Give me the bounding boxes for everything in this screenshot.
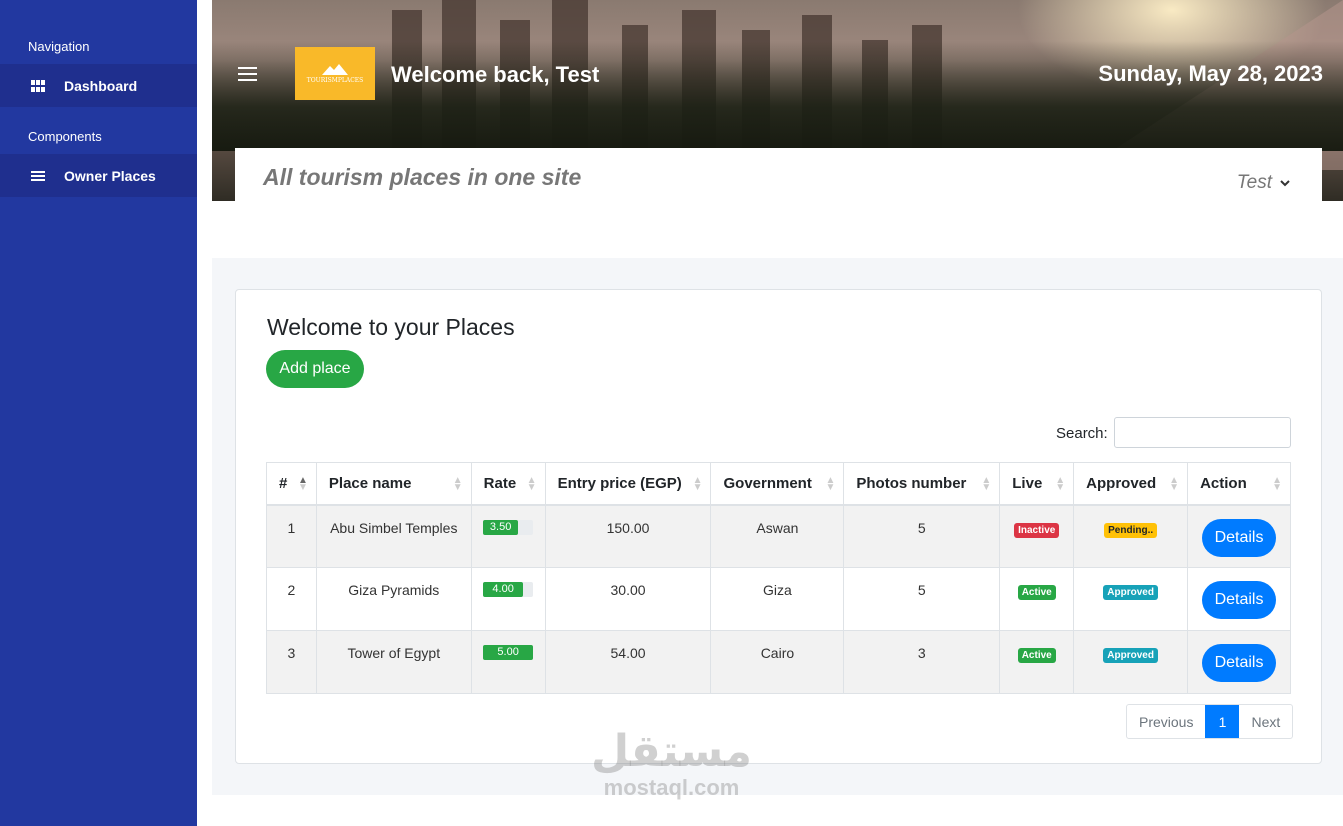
rate-progress-bar: 5.00 <box>483 645 534 660</box>
site-tagline: All tourism places in one site <box>263 164 582 190</box>
details-button[interactable]: Details <box>1202 644 1277 682</box>
rate-progress-bar: 3.50 <box>483 519 534 535</box>
places-card: Welcome to your Places Add place Search:… <box>235 289 1322 764</box>
live-cell: Inactive <box>999 504 1075 568</box>
live-status-badge: Inactive <box>1014 522 1060 538</box>
action-cell: Details <box>1187 567 1291 631</box>
details-button[interactable]: Details <box>1202 581 1277 619</box>
entry-price: 54.00 <box>544 630 712 694</box>
header-banner: TOURISMPLACES Welcome back, Test Sunday,… <box>212 0 1343 201</box>
dashboard-icon <box>30 79 46 93</box>
rate-cell: 4.00 <box>470 567 546 631</box>
nav-section-navigation: Navigation <box>28 39 90 54</box>
sort-asc-icon: ▲ ▼ <box>298 475 308 493</box>
column-header-place-name[interactable]: Place name ▲ ▼ <box>315 462 472 506</box>
page-title: Welcome to your Places <box>267 314 515 340</box>
pagination-previous[interactable]: Previous <box>1127 705 1205 738</box>
mountain-icon <box>322 64 348 75</box>
sort-icon: ▲ ▼ <box>452 475 463 493</box>
column-header-live[interactable]: Live ▲ ▼ <box>999 462 1075 506</box>
nav-section-components: Components <box>28 129 102 144</box>
column-header-government[interactable]: Government ▲ ▼ <box>710 462 845 506</box>
live-cell: Active <box>999 630 1075 694</box>
rate-progress-bar: 4.00 <box>483 582 534 597</box>
action-cell: Details <box>1187 504 1291 568</box>
place-name: Giza Pyramids <box>315 567 472 631</box>
place-name: Tower of Egypt <box>315 630 472 694</box>
pagination: Previous 1 Next <box>1126 704 1294 739</box>
government: Cairo <box>710 630 845 694</box>
search-input[interactable] <box>1114 417 1291 448</box>
sidebar-item-label: Dashboard <box>64 77 138 94</box>
chevron-down-icon <box>1280 180 1290 187</box>
palm-trees-image <box>212 41 1343 151</box>
place-name: Abu Simbel Temples <box>315 504 472 568</box>
places-table: # ▲ ▼ Place name ▲ ▼ Rate ▲ ▼ Entry price (EGP… <box>266 462 1291 694</box>
photos-number: 5 <box>843 567 1001 631</box>
approved-cell: Approved <box>1073 630 1189 694</box>
sort-icon: ▲ ▼ <box>526 475 537 493</box>
watermark: مستقل mostaql.com <box>589 728 754 810</box>
rate-value: 3.50 <box>483 519 519 535</box>
live-cell: Active <box>999 567 1075 631</box>
approved-cell: Pending.. <box>1073 504 1189 568</box>
pagination-page-1[interactable]: 1 <box>1205 705 1240 738</box>
row-number: 3 <box>266 630 317 694</box>
sidebar-item-dashboard[interactable]: Dashboard <box>0 64 197 107</box>
column-header-entry-price[interactable]: Entry price (EGP) ▲ ▼ <box>544 462 712 506</box>
sort-icon: ▲ ▼ <box>825 475 836 493</box>
search-label: Search: <box>1056 425 1108 442</box>
list-icon <box>30 169 46 183</box>
photos-number: 5 <box>843 504 1001 568</box>
photos-number: 3 <box>843 630 1001 694</box>
sort-icon: ▲ ▼ <box>1055 475 1066 493</box>
column-header-action[interactable]: Action ▲ ▼ <box>1187 462 1291 506</box>
user-name: Test <box>1236 172 1272 193</box>
government: Aswan <box>710 504 845 568</box>
row-number: 1 <box>266 504 317 568</box>
approval-status-badge: Approved <box>1103 648 1158 663</box>
approval-status-badge: Pending.. <box>1104 522 1158 538</box>
column-header-number[interactable]: # ▲ ▼ <box>266 462 317 506</box>
rate-cell: 3.50 <box>470 504 546 568</box>
welcome-heading: Welcome back, Test <box>391 62 600 87</box>
column-header-approved[interactable]: Approved ▲ ▼ <box>1073 462 1189 506</box>
add-place-button[interactable]: Add place <box>266 350 364 388</box>
action-cell: Details <box>1187 630 1291 694</box>
menu-toggle-icon[interactable] <box>238 67 257 81</box>
table-header-row: # ▲ ▼ Place name ▲ ▼ Rate ▲ ▼ Entry price (EGP… <box>266 462 1291 506</box>
header-subbar: All tourism places in one site Test <box>235 148 1322 201</box>
site-logo[interactable]: TOURISMPLACES <box>295 47 375 100</box>
watermark-latin: mostaql.com <box>603 775 740 800</box>
current-date: Sunday, May 28, 2023 <box>1098 61 1323 86</box>
column-header-rate[interactable]: Rate ▲ ▼ <box>470 462 546 506</box>
approved-cell: Approved <box>1073 567 1189 631</box>
approval-status-badge: Approved <box>1103 585 1158 600</box>
sort-icon: ▲ ▼ <box>692 475 703 493</box>
rate-cell: 5.00 <box>470 630 546 694</box>
sidebar: Navigation Dashboard Components Owner Pl… <box>0 0 197 826</box>
details-button[interactable]: Details <box>1202 518 1277 557</box>
rate-value: 4.00 <box>483 582 524 597</box>
rate-value: 5.00 <box>483 645 534 660</box>
live-status-badge: Active <box>1017 648 1056 663</box>
sort-icon: ▲ ▼ <box>1169 475 1180 493</box>
live-status-badge: Active <box>1017 585 1056 600</box>
entry-price: 30.00 <box>544 567 712 631</box>
column-header-photos-number[interactable]: Photos number ▲ ▼ <box>843 462 1001 506</box>
watermark-arabic: مستقل <box>591 726 752 777</box>
user-menu-dropdown[interactable]: Test <box>1237 172 1290 194</box>
sort-icon: ▲ ▼ <box>1272 475 1282 493</box>
pagination-next[interactable]: Next <box>1239 705 1292 738</box>
logo-text: TOURISMPLACES <box>306 77 364 84</box>
table-row: 3 Tower of Egypt 5.00 54.00 Cairo 3 Acti… <box>266 630 1291 694</box>
table-row: 2 Giza Pyramids 4.00 30.00 Giza 5 Active… <box>266 567 1291 631</box>
row-number: 2 <box>266 567 317 631</box>
table-row: 1 Abu Simbel Temples 3.50 150.00 Aswan 5… <box>266 504 1291 568</box>
sidebar-item-owner-places[interactable]: Owner Places <box>0 154 197 197</box>
sort-icon: ▲ ▼ <box>981 475 992 493</box>
government: Giza <box>710 567 845 631</box>
sidebar-item-label: Owner Places <box>64 167 156 184</box>
entry-price: 150.00 <box>544 504 712 568</box>
